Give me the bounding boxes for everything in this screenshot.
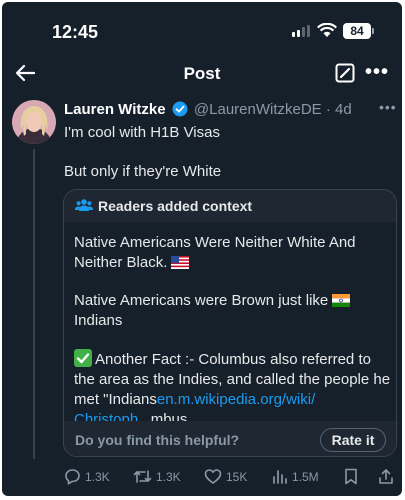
rate-it-button[interactable]: Rate it	[320, 428, 386, 452]
context-para2-end: Indians	[74, 312, 123, 329]
repost-count: 1.3K	[156, 469, 181, 484]
post-author: Lauren Witzke @LaurenWitzkeDE · 4d	[64, 101, 352, 118]
verified-icon	[172, 101, 188, 117]
bookmark-icon	[344, 468, 358, 485]
author-handle[interactable]: @LaurenWitzkeDE	[194, 101, 322, 118]
repost-button[interactable]: 1.3K	[133, 468, 181, 485]
india-flag-icon	[332, 294, 351, 307]
share-button[interactable]	[378, 468, 394, 485]
reply-count: 1.3K	[85, 469, 110, 484]
context-card-body: Native Americans Were Neither White And …	[74, 233, 392, 430]
thread-line	[33, 149, 35, 459]
view-count: 1.5M	[292, 469, 319, 484]
bookmark-button[interactable]	[344, 468, 358, 485]
like-icon	[204, 468, 222, 485]
views-button[interactable]: 1.5M	[272, 468, 319, 485]
like-button[interactable]: 15K	[204, 468, 247, 485]
top-bar: Post •••	[2, 54, 402, 94]
context-card-header: Readers added context	[64, 190, 396, 222]
context-card: Readers added context Native Americans W…	[63, 189, 397, 457]
author-name[interactable]: Lauren Witzke	[64, 101, 166, 118]
screen: 12:45 84 Post ••• Lauren Witzke @LaurenW…	[2, 2, 402, 496]
compose-icon[interactable]	[335, 63, 355, 83]
like-count: 15K	[226, 469, 248, 484]
helpful-prompt: Do you find this helpful?	[75, 432, 240, 448]
context-para2: Native Americans were Brown just like Ind…	[74, 291, 392, 331]
more-icon[interactable]: •••	[365, 61, 389, 84]
context-card-footer: Do you find this helpful? Rate it	[64, 421, 396, 456]
check-icon	[74, 349, 92, 367]
post-age: 4d	[335, 101, 352, 118]
context-para2-text: Native Americans were Brown just like	[74, 292, 329, 309]
post-actions: 1.3K 1.3K 15K 1.5M	[2, 464, 402, 490]
battery-tip	[372, 28, 374, 34]
status-bar: 12:45 84	[2, 2, 402, 54]
reply-icon	[64, 468, 81, 485]
views-icon	[272, 468, 288, 485]
context-para1: Native Americans Were Neither White And …	[74, 233, 392, 273]
reply-button[interactable]: 1.3K	[64, 468, 110, 485]
avatar[interactable]	[12, 100, 56, 144]
wifi-icon	[317, 23, 337, 38]
share-icon	[378, 468, 394, 485]
signal-icon	[292, 25, 310, 37]
context-para3: Another Fact :- Columbus also referred t…	[74, 349, 392, 430]
post-text-line2: But only if they're White	[64, 163, 222, 180]
context-para1-text: Native Americans Were Neither White And …	[74, 234, 356, 271]
wikipedia-link-part1[interactable]: en.m.wikipedia.org/wiki/	[157, 391, 315, 408]
readers-icon	[75, 198, 93, 212]
us-flag-icon	[171, 256, 190, 269]
repost-icon	[133, 468, 152, 485]
post-text-line1: I'm cool with H1B Visas	[64, 124, 220, 141]
status-time: 12:45	[52, 22, 99, 42]
post-more-icon[interactable]: •••	[379, 99, 397, 115]
separator: ·	[325, 101, 331, 118]
battery-icon: 84	[343, 23, 371, 39]
context-card-title: Readers added context	[98, 198, 253, 214]
